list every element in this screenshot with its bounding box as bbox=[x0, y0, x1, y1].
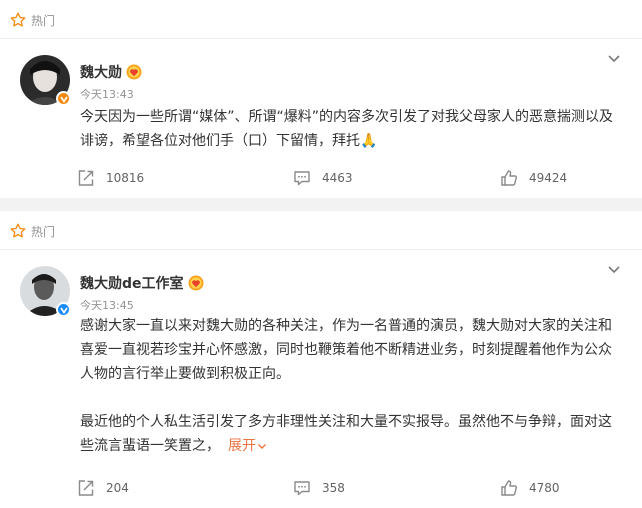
repost-count: 204 bbox=[106, 481, 129, 495]
like-count: 4780 bbox=[529, 481, 560, 495]
weibo-post-card: 热门 魏大勋 今天13:43 今天因为一些所谓“媒体”、所谓“爆料”的内容多次引… bbox=[0, 0, 642, 198]
username[interactable]: 魏大勋de工作室 bbox=[80, 273, 184, 293]
post-time[interactable]: 今天13:43 bbox=[80, 86, 134, 102]
username[interactable]: 魏大勋 bbox=[80, 62, 122, 82]
action-bar: 204 358 4780 bbox=[0, 476, 642, 500]
like-count: 49424 bbox=[529, 171, 568, 185]
avatar[interactable] bbox=[20, 55, 71, 106]
chevron-down-icon bbox=[258, 444, 266, 449]
verified-badge-icon bbox=[56, 91, 71, 106]
chevron-down-icon[interactable] bbox=[606, 50, 622, 70]
comment-icon bbox=[292, 168, 312, 188]
post-content: 今天因为一些所谓“媒体”、所谓“爆料”的内容多次引发了对我父母家人的恶意揣测以及… bbox=[80, 105, 620, 153]
divider bbox=[0, 249, 642, 250]
thumbs-up-icon bbox=[499, 168, 519, 188]
comment-button[interactable]: 4463 bbox=[292, 166, 353, 190]
chevron-down-icon[interactable] bbox=[606, 261, 622, 281]
repost-button[interactable]: 10816 bbox=[76, 166, 144, 190]
star-icon bbox=[10, 223, 26, 239]
repost-button[interactable]: 204 bbox=[76, 476, 129, 500]
action-bar: 10816 4463 49424 bbox=[0, 166, 642, 190]
post-time[interactable]: 今天13:45 bbox=[80, 297, 134, 313]
comment-button[interactable]: 358 bbox=[292, 476, 345, 500]
comment-icon bbox=[292, 478, 312, 498]
star-icon bbox=[10, 12, 26, 28]
post-text: 感谢大家一直以来对魏大勋的各种关注，作为一名普通的演员，魏大勋对大家的关注和喜爱… bbox=[80, 318, 612, 382]
hot-tag: 热门 bbox=[10, 221, 55, 241]
comment-count: 4463 bbox=[322, 171, 353, 185]
hot-tag: 热门 bbox=[10, 10, 55, 30]
hot-label: 热门 bbox=[31, 13, 56, 28]
weibo-post-card: 热门 魏大勋de工作室 今天13:45 感谢大家一直以来对魏大勋的各种关注，作为… bbox=[0, 211, 642, 508]
post-content: 感谢大家一直以来对魏大勋的各种关注，作为一名普通的演员，魏大勋对大家的关注和喜爱… bbox=[80, 314, 620, 458]
hot-label: 热门 bbox=[31, 224, 56, 239]
vip-heart-icon[interactable] bbox=[184, 275, 204, 291]
like-button[interactable]: 4780 bbox=[499, 476, 560, 500]
post-text: 今天因为一些所谓“媒体”、所谓“爆料”的内容多次引发了对我父母家人的恶意揣测以及… bbox=[80, 109, 614, 149]
verified-badge-icon bbox=[56, 302, 71, 317]
repost-icon bbox=[76, 168, 96, 188]
avatar[interactable] bbox=[20, 266, 71, 317]
repost-icon bbox=[76, 478, 96, 498]
expand-label: 展开 bbox=[228, 438, 256, 454]
repost-count: 10816 bbox=[106, 171, 145, 185]
post-text: 最近他的个人私生活引发了多方非理性关注和大量不实报导。虽然他不与争辩，面对这些流… bbox=[80, 410, 620, 458]
like-button[interactable]: 49424 bbox=[499, 166, 567, 190]
vip-heart-icon[interactable] bbox=[122, 64, 142, 80]
thumbs-up-icon bbox=[499, 478, 519, 498]
post-text-segment: 最近他的个人私生活引发了多方非理性关注和大量不实报导。虽然他不与争辩，面对这些流… bbox=[80, 414, 612, 454]
comment-count: 358 bbox=[322, 481, 345, 495]
divider bbox=[0, 38, 642, 39]
expand-link[interactable]: 展开 bbox=[228, 438, 267, 454]
